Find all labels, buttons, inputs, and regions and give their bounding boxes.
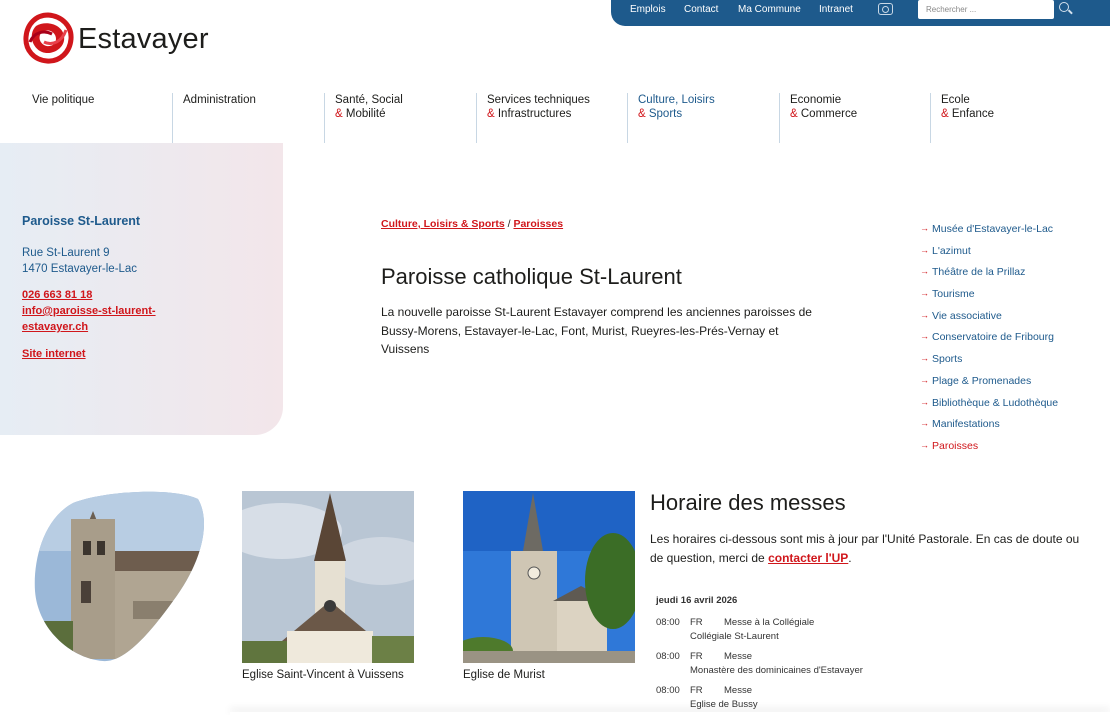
nav-services-techniques[interactable]: Services techniques & Infrastructures	[476, 93, 628, 143]
mass-place: Collégiale St-Laurent	[690, 631, 779, 642]
submenu-item[interactable]: L'azimut	[920, 245, 1100, 267]
breadcrumb-culture[interactable]: Culture, Loisirs & Sports	[381, 218, 505, 230]
link-emplois[interactable]: Emplois	[630, 4, 666, 15]
mass-time: 08:00	[656, 651, 680, 662]
schedule-row: 08:00 FR Messe Eglise de Bussy	[656, 685, 986, 715]
link-ma-commune[interactable]: Ma Commune	[738, 4, 801, 15]
vuissens-caption: Eglise Saint-Vincent à Vuissens	[242, 669, 404, 681]
contact-email-link[interactable]: info@paroisse-st-laurent-	[22, 305, 156, 317]
main-nav: Vie politique Administration Santé, Soci…	[22, 93, 1110, 143]
schedule-intro: Les horaires ci-dessous sont mis à jour …	[650, 530, 1080, 568]
mass-time: 08:00	[656, 617, 680, 628]
nav-label-2: Sports	[645, 108, 683, 120]
submenu-item[interactable]: Tourisme	[920, 288, 1100, 310]
collegiale-photo[interactable]	[33, 491, 205, 663]
contact-panel: Paroisse St-Laurent Rue St-Laurent 9 147…	[0, 143, 283, 435]
church-image	[34, 491, 205, 662]
contact-address: Rue St-Laurent 9 1470 Estavayer-le-Lac	[22, 245, 137, 277]
contact-street: Rue St-Laurent 9	[22, 247, 110, 259]
schedule-intro-end: .	[848, 551, 852, 565]
contact-up-link[interactable]: contacter l'UP	[768, 551, 848, 565]
estavayer-logo-icon	[23, 12, 74, 64]
nav-amp: &	[941, 108, 949, 120]
nav-amp: &	[790, 108, 798, 120]
church-image	[463, 491, 635, 663]
submenu-item[interactable]: Bibliothèque & Ludothèque	[920, 397, 1100, 419]
submenu-item-current[interactable]: Paroisses	[920, 440, 1100, 462]
mass-language: FR	[690, 617, 703, 628]
nav-sante-social[interactable]: Santé, Social & Mobilité	[324, 93, 476, 143]
nav-label-2: Infrastructures	[494, 108, 572, 120]
page-title: Paroisse catholique St-Laurent	[381, 264, 682, 289]
nav-label: Vie politique	[32, 94, 95, 106]
link-intranet[interactable]: Intranet	[819, 4, 853, 15]
nav-vie-politique[interactable]: Vie politique	[22, 93, 172, 143]
submenu-item[interactable]: Sports	[920, 353, 1100, 375]
submenu-item[interactable]: Manifestations	[920, 418, 1100, 440]
search-input[interactable]	[918, 0, 1054, 19]
nav-label: Services techniques	[487, 94, 590, 106]
nav-administration[interactable]: Administration	[172, 93, 324, 143]
submenu-item[interactable]: Plage & Promenades	[920, 375, 1100, 397]
church-image	[242, 491, 414, 663]
contact-email-link-cont[interactable]: estavayer.ch	[22, 321, 88, 333]
nav-amp: &	[487, 108, 495, 120]
schedule-intro-text: Les horaires ci-dessous sont mis à jour …	[650, 532, 1080, 565]
breadcrumb: Culture, Loisirs & Sports / Paroisses	[381, 218, 563, 230]
contact-phone-link[interactable]: 026 663 81 18	[22, 289, 92, 301]
logo-wordmark: Estavayer	[78, 23, 209, 55]
contact-city: 1470 Estavayer-le-Lac	[22, 263, 138, 275]
nav-culture-loisirs[interactable]: Culture, Loisirs & Sports	[627, 93, 779, 143]
nav-label: Culture, Loisirs	[638, 94, 715, 106]
nav-label-2: Enfance	[948, 108, 995, 120]
mass-place: Eglise de Bussy	[690, 699, 758, 710]
submenu-item[interactable]: Conservatoire de Fribourg	[920, 331, 1100, 353]
search-icon[interactable]	[1059, 2, 1069, 12]
nav-ecole[interactable]: Ecole & Enfance	[930, 93, 1082, 143]
link-contact[interactable]: Contact	[684, 4, 718, 15]
nav-label: Santé, Social	[335, 94, 403, 106]
murist-caption: Eglise de Murist	[463, 669, 545, 681]
mass-language: FR	[690, 685, 703, 696]
section-submenu: Musée d'Estavayer-le-Lac L'azimut Théâtr…	[920, 223, 1100, 462]
site-logo[interactable]: Estavayer	[22, 12, 209, 68]
submenu-item[interactable]: Théâtre de la Prillaz	[920, 266, 1100, 288]
nav-label: Administration	[183, 94, 256, 106]
schedule-row: 08:00 FR Messe à la Collégiale Collégial…	[656, 617, 986, 647]
mass-language: FR	[690, 651, 703, 662]
submenu-item[interactable]: Musée d'Estavayer-le-Lac	[920, 223, 1100, 245]
submenu-item[interactable]: Vie associative	[920, 310, 1100, 332]
vuissens-photo[interactable]	[242, 491, 414, 663]
mass-time: 08:00	[656, 685, 680, 696]
nav-amp: &	[638, 108, 646, 120]
schedule-row: 08:00 FR Messe Monastère des dominicaine…	[656, 651, 986, 681]
camera-icon[interactable]	[878, 3, 893, 15]
nav-label-2: Commerce	[797, 108, 858, 120]
utility-bar: Emplois Contact Ma Commune Intranet	[611, 0, 1110, 26]
contact-name: Paroisse St-Laurent	[22, 214, 141, 228]
mass-type: Messe	[724, 685, 752, 696]
nav-label: Ecole	[941, 94, 970, 106]
breadcrumb-paroisses[interactable]: Paroisses	[513, 218, 563, 230]
murist-photo[interactable]	[463, 491, 635, 663]
schedule-date: jeudi 16 avril 2026	[656, 595, 738, 606]
mass-type: Messe	[724, 651, 752, 662]
nav-amp: &	[335, 108, 343, 120]
website-link[interactable]: Site internet	[22, 348, 86, 360]
mass-place: Monastère des dominicaines d'Estavayer	[690, 665, 863, 676]
nav-label: Economie	[790, 94, 842, 106]
mass-type: Messe à la Collégiale	[724, 617, 815, 628]
schedule-heading: Horaire des messes	[650, 490, 846, 515]
page-intro: La nouvelle paroisse St-Laurent Estavaye…	[381, 305, 812, 356]
nav-label-2: Mobilité	[342, 108, 386, 120]
nav-economie[interactable]: Economie & Commerce	[779, 93, 931, 143]
